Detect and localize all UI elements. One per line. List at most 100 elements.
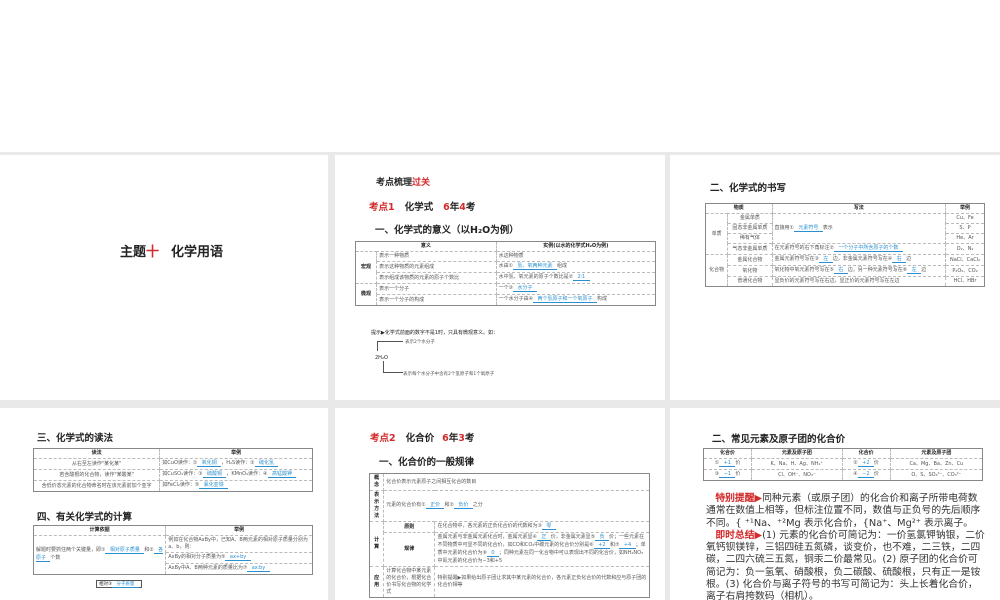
calc-table: 计算依据 举例解题时要抓住两个关键量，即①[相对原子质量]和②[各原子]个数例如在… xyxy=(32,525,313,575)
table-row: 解题时要抓住两个关键量，即①[相对原子质量]和②[各原子]个数例如在化合物AxB… xyxy=(32,535,313,575)
note-a: 表示2个水分子 xyxy=(405,340,435,345)
answer-blank: [负] xyxy=(595,534,610,541)
answer-text: −1 xyxy=(723,471,731,477)
section-heading: 一、化学式的意义（以H₂O为例） xyxy=(375,225,519,236)
tip-paragraph: 特别提醒▶同种元素（或原子团）的化合价和离子所带电荷数通常在数值上相等，但标注位… xyxy=(706,493,986,600)
table-cell: ④[−2]价 xyxy=(841,469,891,481)
answer-text: −2 xyxy=(862,471,870,477)
table-cell: 氧化物 xyxy=(727,265,773,277)
slide-4[interactable]: 三、化学式的读法 读法举例从右至左读作"某化某" 如CuO读作：①[氧化铜]，H₂… xyxy=(0,408,328,600)
answer-blank: [+4] xyxy=(619,542,636,549)
cell-text: O₂、N₂ xyxy=(956,245,974,252)
answer-blank: [ax∶by] xyxy=(247,565,270,572)
table-cell: 一个水分子由④[两个氢原子和一个氧原子]构成 xyxy=(495,294,657,306)
table-cell: ②[+2]价 xyxy=(841,458,891,470)
cell-text: 化合物 xyxy=(709,267,725,273)
exam-word: 考 xyxy=(464,433,475,444)
point-years: 6 xyxy=(443,202,450,213)
answer-blank: [负价] xyxy=(453,502,473,509)
cell-text: 显负价的元素符号写在右边，显正价的元素符号写在左边 xyxy=(774,278,900,284)
table-header-row: 物质 写法 举例 xyxy=(705,203,985,214)
cell-text: 化合价 xyxy=(720,450,736,456)
answer-text: 零 xyxy=(546,523,552,529)
table-cell: 表示一个分子 xyxy=(376,283,497,295)
cell-text: 计算 xyxy=(374,537,380,550)
table-cell: 氧化物中氧元素符号写在⑤[右]边，另一种元素符号写在⑥[左]边 xyxy=(771,265,947,277)
table-cell: 表示组成该物质的元素的原子个数比 xyxy=(376,272,497,284)
cell-text: 水中氢、氧元素的原子个数比是② xyxy=(498,274,574,280)
answer-text: 硫酸铜 xyxy=(206,471,222,477)
section-heading: 二、化学式的书写 xyxy=(710,183,787,194)
writing-table: 物质写法举例单质金属单质直接用①[元素符号]表示Cu、Fe固态非金属单质S、P稀… xyxy=(704,203,985,287)
cell-text: 如CuSO₄读作：③ xyxy=(162,471,203,477)
header-cell: 写法 xyxy=(771,203,947,214)
table-row: 普通化合物 显负价的元素符号写在右边，显正价的元素符号写在左边 HCl、HBr xyxy=(706,276,985,287)
slide-2[interactable]: 考点梳理过关 考点1 化学式 6年4考 一、化学式的意义（以H₂O为例） 意义 实例(… xyxy=(335,155,665,400)
cell-text: 气态非金属单质 xyxy=(732,245,768,252)
cell-text: 一个水分子由④ xyxy=(498,296,534,302)
slide-6[interactable]: 二、常见元素及原子团的化合价 化合价 元素及原子团 化合价 元素及原子团 ①[+1]价 K… xyxy=(670,408,1000,600)
table-cell: 在元素符号的右下角标注②[一个分子中所含原子的个数] xyxy=(771,243,947,255)
answer-blank: [+1] xyxy=(719,460,736,467)
cell-text: 表示 xyxy=(822,224,833,231)
section-heading: 二、常见元素及原子团的化合价 xyxy=(712,434,846,445)
answer-text: +1 xyxy=(723,460,731,466)
table-cell: K、Na、H、Ag、NH₄⁺ xyxy=(751,458,843,470)
answer-text: 2∶1 xyxy=(577,274,586,280)
cell-text: 含低价态元素的化合物命名时在该元素前加个亚字 xyxy=(41,482,152,489)
answer-blank: [+2] xyxy=(593,542,610,549)
tip-note: 提示▶化学式前面的数字不是1时，只具有微观意义。如： xyxy=(371,330,499,336)
answer-blank: [分子质量] xyxy=(112,582,139,588)
cell-text: 特别提醒▶如果给出原子团让求其中某元素的化合价，各元素正负化合价的代数和应与原子… xyxy=(437,575,647,588)
table-cell: 在化合物中，各元素的正负化合价的代数和为③[零] xyxy=(434,521,650,533)
slide-1[interactable]: 主题十 化学用语 xyxy=(0,155,328,400)
table-cell: 普通化合物 xyxy=(727,276,773,287)
cell-text: 价 xyxy=(735,460,741,466)
table-row: ③[−1]价 Cl、OH⁻、NO₃⁻ ④[−2]价 O、S、SO₄²⁻、CO₃²⁻ xyxy=(702,469,984,481)
answer-text: 正价 xyxy=(430,502,441,508)
cell-text: S、P xyxy=(959,225,971,231)
table-cell: 如CuO读作：①[氧化铜]，H₂S读作：②[硫化氢] xyxy=(159,458,313,470)
tip-label: 特别提醒▶ xyxy=(715,493,763,504)
table-row: 应用 计算化合物中某元素的化合价，根据化合价书写化合物的化学式 特别提醒▶如果给出原… xyxy=(368,566,650,598)
answer-blank: [2∶1] xyxy=(573,274,590,281)
table-cell: HCl、HBr xyxy=(945,276,985,287)
answer-blank: [−2] xyxy=(857,471,874,478)
cell-text: 表示这种物质的元素组成 xyxy=(379,263,435,270)
cell-text: 原则 xyxy=(404,523,415,530)
cell-text: 应用 xyxy=(374,575,380,588)
table-cell: NaCl、CaCl₂ xyxy=(945,254,985,266)
slide-5[interactable]: 考点2 化合价 6年3考 一、化合价的一般规律 概念 化合价表示元素原子之间相互化合的… xyxy=(335,408,665,600)
cell-text: ，KMnO₄读作：④ xyxy=(226,471,268,477)
cell-text: 边 xyxy=(921,267,927,273)
meaning-table: 意义 实例(以水的化学式H₂O为例) 宏观 表示一种物质 水这种物质 表示这种物质的元素组… xyxy=(354,241,657,306)
table-cell: 金属单质 xyxy=(727,213,773,224)
slide-3[interactable]: 二、化学式的书写 物质写法举例单质金属单质直接用①[元素符号]表示Cu、Fe固态… xyxy=(670,155,1000,400)
cell-text: Ca、Mg、Ba、Zn、Cu xyxy=(909,460,964,467)
cell-text: Cu、Fe xyxy=(956,215,974,221)
header-cell: 宏观 xyxy=(354,251,378,284)
cell-text: 边，非金属元素符号写在④ xyxy=(832,256,893,262)
table-header-row: 读法 举例 xyxy=(32,448,313,459)
cell-text: 和② xyxy=(444,502,454,508)
cell-text: 元素及原子团 xyxy=(921,450,952,456)
answer-text: ax+by xyxy=(229,554,247,560)
cell-text: 从右至左读作"某化某" xyxy=(71,460,122,467)
table-cell: 水这种物质 xyxy=(495,251,657,262)
table-cell: 若含酸根的化合物，读作"某酸某" xyxy=(32,469,161,481)
table-cell: 水由①[氢、氧两种元素]组成 xyxy=(495,261,657,273)
table-cell: 表示一个分子的构成 xyxy=(376,294,497,306)
table-cell: 化合价表示元素原子之间相互化合的数目 xyxy=(383,473,650,491)
table-cell: 例如在化合物AxBy中，已知A、B两元素的相对原子质量分别为a、b，则： xyxy=(165,535,313,553)
table-row: 规律 金属元素与非金属元素化合时，金属元素显④[正]价，非金属元素显⑤[负]价；一… xyxy=(370,532,650,567)
cell-text: ，H₂S读作：② xyxy=(221,460,255,466)
cell-text: 金属化合物 xyxy=(737,256,763,263)
section-heading: 三、化学式的读法 xyxy=(37,433,114,444)
table-row: 含低价态元素的化合物命名时在该元素前加个亚字如FeCl₂读作：⑤[氯化亚铁] xyxy=(32,480,313,492)
answer-blank: [零] xyxy=(541,523,556,530)
cell-text: 若含酸根的化合物，读作"某酸某" xyxy=(59,471,134,478)
cell-text: Cl、OH⁻、NO₃⁻ xyxy=(778,471,816,478)
point-label: 考点1 xyxy=(369,202,395,213)
cell-text: 举例 xyxy=(231,450,242,456)
cell-text: 和② xyxy=(144,547,154,553)
